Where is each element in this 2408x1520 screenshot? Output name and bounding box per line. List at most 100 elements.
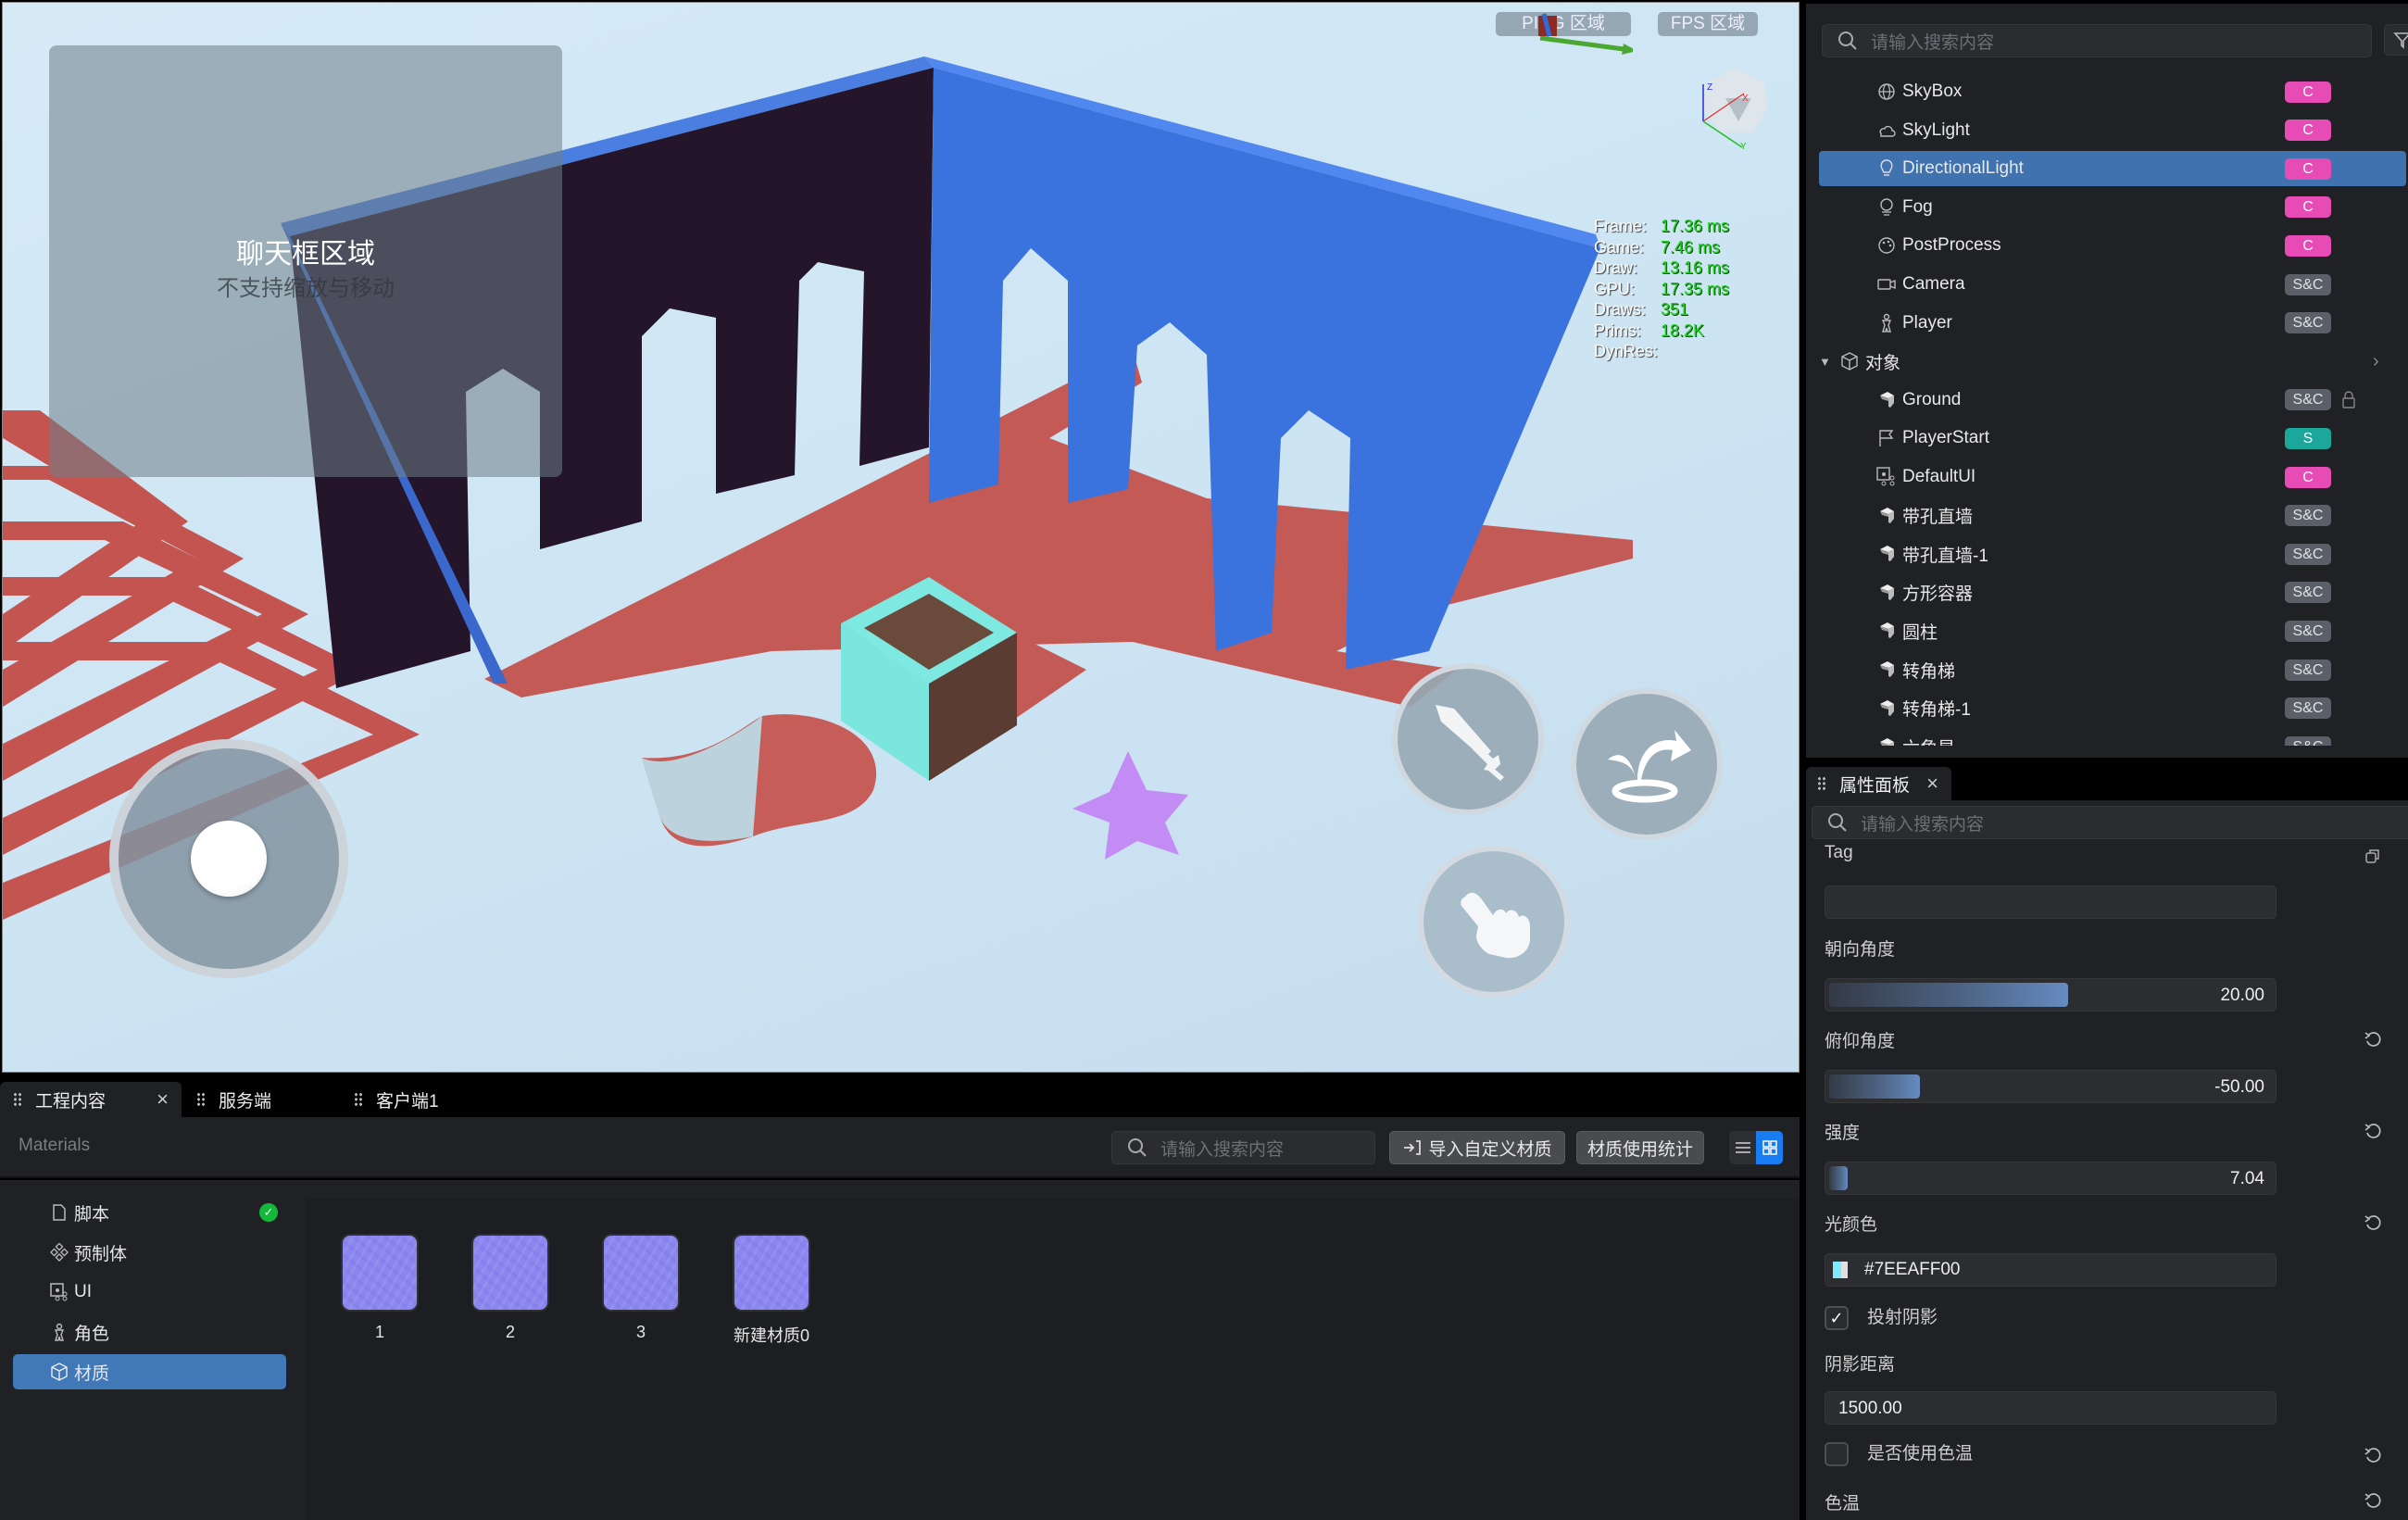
hierarchy-item-label: Camera xyxy=(1902,274,1965,294)
hierarchy-item-camera[interactable]: Camera S&C xyxy=(1806,267,2408,302)
hierarchy-item-skybox[interactable]: SkyBox C xyxy=(1806,74,2408,109)
hierarchy-item-label: SkyLight xyxy=(1902,119,1970,140)
hand-pointer-icon xyxy=(1461,892,1530,959)
hierarchy-item[interactable]: 转角梯 S&C xyxy=(1806,652,2408,687)
network-badge: S&C xyxy=(2285,505,2331,527)
light-color-label: 光颜色 xyxy=(1825,1215,1878,1235)
material-item[interactable]: 3 xyxy=(604,1236,678,1342)
hierarchy-item-label: 方形容器 xyxy=(1902,584,1974,605)
reset-icon[interactable] xyxy=(2364,1446,2382,1464)
material-stats-button[interactable]: 材质使用统计 xyxy=(1576,1131,1704,1164)
joystick-knob[interactable] xyxy=(191,821,267,897)
hierarchy-item-skylight[interactable]: SkyLight C xyxy=(1806,113,2408,148)
hierarchy-item-label: 六角星 xyxy=(1902,735,1955,746)
shadow-distance-input[interactable]: 1500.00 xyxy=(1825,1391,2276,1425)
tab-server[interactable]: 服务端 xyxy=(183,1082,339,1117)
bottom-tabbar: 工程内容 × 服务端 客户端1 xyxy=(0,1082,480,1117)
properties-panel: 属性面板 × 请输入搜索内容 Tag 朝向角度 20.00 俯仰角度 -50.0… xyxy=(1806,758,2408,1520)
hierarchy-item-postprocess[interactable]: PostProcess C xyxy=(1806,228,2408,263)
close-icon[interactable]: × xyxy=(1926,772,1938,796)
virtual-joystick[interactable] xyxy=(109,739,348,978)
chat-area-subtitle: 不支持缩放与移动 xyxy=(217,276,395,301)
fps-area: FPS 区域 xyxy=(1658,12,1758,36)
material-item[interactable]: 2 xyxy=(473,1236,547,1342)
import-material-button[interactable]: 导入自定义材质 xyxy=(1389,1131,1565,1164)
tab-client-1[interactable]: 客户端1 xyxy=(341,1082,478,1117)
chevron-right-icon[interactable]: › xyxy=(2373,351,2379,372)
reset-icon[interactable] xyxy=(2364,1213,2382,1232)
tree-item-label: 材质 xyxy=(74,1363,110,1384)
reset-icon[interactable] xyxy=(2364,1122,2382,1140)
hierarchy-item[interactable]: 圆柱 S&C xyxy=(1806,613,2408,648)
color-swatch[interactable] xyxy=(1833,1262,1848,1278)
tree-item-label: 角色 xyxy=(74,1324,110,1344)
hierarchy-group-objects[interactable]: ▼ 对象 › xyxy=(1806,344,2408,379)
pitch-slider[interactable]: -50.00 xyxy=(1825,1070,2276,1103)
tree-item-scripts[interactable]: 脚本 xyxy=(13,1195,286,1230)
hierarchy-item[interactable]: 六角星 S&C xyxy=(1806,729,2408,746)
close-icon[interactable]: × xyxy=(157,1087,169,1112)
tree-item-prefabs[interactable]: 预制体 xyxy=(13,1235,286,1270)
intensity-slider[interactable]: 7.04 xyxy=(1825,1162,2276,1195)
hierarchy-item-playerstart[interactable]: PlayerStart S xyxy=(1806,421,2408,456)
properties-body: 请输入搜索内容 Tag 朝向角度 20.00 俯仰角度 -50.00 强度 7.… xyxy=(1806,800,2408,1520)
copy-icon[interactable] xyxy=(2364,847,2382,865)
drag-handle-icon[interactable] xyxy=(1817,776,1826,791)
use-temperature-checkbox[interactable] xyxy=(1825,1442,1849,1466)
material-item[interactable]: 新建材质0 xyxy=(734,1236,809,1347)
mesh-icon xyxy=(1880,738,1894,746)
tab-properties[interactable]: 属性面板 × xyxy=(1806,767,1951,800)
content-search-input[interactable]: 请输入搜索内容 xyxy=(1111,1131,1375,1164)
tag-input[interactable] xyxy=(1825,886,2276,919)
tree-item-label: UI xyxy=(74,1282,92,1301)
mesh-icon xyxy=(1880,507,1894,523)
drag-handle-icon[interactable] xyxy=(13,1092,22,1107)
hierarchy-item-player[interactable]: Player S&C xyxy=(1806,306,2408,341)
reset-icon[interactable] xyxy=(2364,1030,2382,1049)
yaw-slider[interactable]: 20.00 xyxy=(1825,978,2276,1011)
view-cube[interactable]: Z X Y xyxy=(1698,66,1772,152)
material-item[interactable]: 1 xyxy=(343,1236,417,1342)
breadcrumb[interactable]: Materials xyxy=(19,1136,90,1156)
drag-handle-icon[interactable] xyxy=(354,1092,363,1107)
hierarchy-item-1[interactable]: 转角梯-1 S&C xyxy=(1806,691,2408,726)
transform-gizmo-icon[interactable] xyxy=(1522,8,1633,55)
hierarchy-item[interactable]: 带孔直墙 S&C xyxy=(1806,498,2408,534)
material-thumbnail xyxy=(343,1236,417,1310)
slider-fill xyxy=(1829,1166,1849,1190)
hierarchy-item-1[interactable]: 带孔直墙-1 S&C xyxy=(1806,536,2408,572)
reset-icon[interactable] xyxy=(2364,1491,2382,1510)
tree-item-ui[interactable]: UI xyxy=(13,1275,286,1310)
pitch-label: 俯仰角度 xyxy=(1825,1032,1896,1051)
hierarchy-item-directionallight[interactable]: DirectionalLight C xyxy=(1819,151,2406,187)
lock-icon[interactable] xyxy=(2341,391,2356,409)
list-view-button[interactable] xyxy=(1729,1131,1756,1164)
tree-item-materials[interactable]: 材质 xyxy=(13,1354,286,1389)
game-viewport[interactable]: 聊天框区域 不支持缩放与移动 PING 区域 FPS 区域 Z X Y Fram… xyxy=(2,2,1800,1073)
stat-value: 17.36 ms xyxy=(1661,217,1730,235)
expand-caret-icon[interactable]: ▼ xyxy=(1819,355,1831,369)
jump-button[interactable] xyxy=(1571,688,1723,840)
cylinder-panel-face xyxy=(642,716,762,841)
attack-button[interactable] xyxy=(1392,663,1544,815)
tree-item-characters[interactable]: 角色 xyxy=(13,1314,286,1350)
light-color-value: #7EEAFF00 xyxy=(1864,1260,1961,1279)
tab-project-content[interactable]: 工程内容 × xyxy=(0,1082,182,1117)
material-name: 2 xyxy=(505,1323,515,1341)
light-color-field[interactable]: #7EEAFF00 xyxy=(1825,1253,2276,1287)
drag-handle-icon[interactable] xyxy=(196,1092,206,1107)
content-area: 脚本 ✓ 预制体 UI 角色 材质 1 2 3 新建材质0 xyxy=(0,1180,1800,1520)
properties-search-input[interactable]: 请输入搜索内容 xyxy=(1812,806,2408,839)
hierarchy-tree: SkyBox C SkyLight C DirectionalLight C Fog C Pos… xyxy=(1806,0,2408,746)
search-placeholder: 请输入搜索内容 xyxy=(1160,1139,1285,1160)
grid-view-button[interactable] xyxy=(1756,1131,1783,1164)
search-icon xyxy=(1828,813,1847,832)
hierarchy-item-defaultui[interactable]: DefaultUI C xyxy=(1806,459,2408,495)
hierarchy-item-ground[interactable]: Ground S&C xyxy=(1806,383,2408,418)
hierarchy-item-fog[interactable]: Fog C xyxy=(1806,190,2408,225)
interact-button[interactable] xyxy=(1418,846,1570,998)
network-badge: C xyxy=(2285,119,2331,142)
cast-shadow-checkbox[interactable]: ✓ xyxy=(1825,1306,1849,1330)
import-material-label: 导入自定义材质 xyxy=(1428,1139,1552,1160)
hierarchy-item[interactable]: 方形容器 S&C xyxy=(1806,575,2408,610)
